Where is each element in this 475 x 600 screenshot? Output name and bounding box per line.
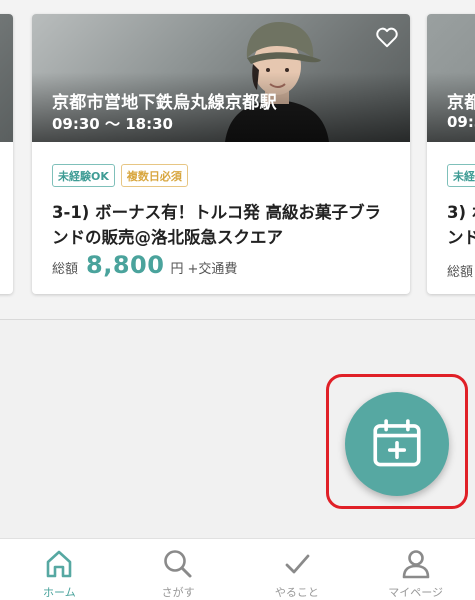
job-card-photo: 京都市営地下鉄烏丸線京都駅 09:30 〜 18:30: [32, 14, 410, 142]
check-icon: [285, 554, 310, 574]
bottom-navigation: ホーム さがす やること マイページ: [0, 538, 475, 600]
wage-label: 総額: [447, 265, 474, 280]
job-title: 3-1) ボーナス有！トルコ発 高級お菓子ブランドの販売@洛北阪急スクエア: [52, 203, 382, 247]
job-card-photo: [0, 14, 13, 142]
wage-amount: 8,800: [86, 251, 165, 279]
tag-list: 未経: [447, 164, 475, 187]
home-icon: [47, 550, 72, 578]
person-icon: [402, 550, 429, 579]
job-card-next[interactable]: 京都 09:3 未経 3) ボ ンド 総額: [427, 14, 475, 294]
job-carousel[interactable]: 京都市営地下鉄烏丸線京都駅 09:30 〜 18:30 未経験OK 複数日必須 …: [0, 0, 475, 320]
nav-todo-label: やること: [274, 586, 319, 599]
nav-mypage[interactable]: マイページ: [356, 539, 475, 600]
tag-multiple-days: 複数日必須: [120, 164, 188, 187]
wage: 総額: [447, 261, 475, 280]
nav-home-label: ホーム: [43, 586, 76, 599]
calendar-plus-icon: [373, 419, 421, 467]
work-hours: 09:3: [447, 113, 475, 131]
wage: 総額 8,800 円 +交通費: [52, 251, 237, 279]
job-card[interactable]: 京都市営地下鉄烏丸線京都駅 09:30 〜 18:30 未経験OK 複数日必須 …: [32, 14, 410, 294]
job-card-photo: 京都 09:3: [427, 14, 475, 142]
wage-extra: +交通費: [187, 262, 238, 277]
job-card-previous[interactable]: [0, 14, 13, 294]
search-icon: [164, 550, 192, 578]
tag-list: 未経験OK 複数日必須: [52, 164, 188, 187]
station-name: 京都: [447, 93, 475, 113]
nav-search[interactable]: さがす: [119, 539, 238, 600]
job-title: 3) ボ ンド: [447, 203, 475, 247]
wage-label: 総額: [52, 262, 79, 277]
nav-mypage-label: マイページ: [388, 586, 444, 599]
station-name: 京都市営地下鉄烏丸線京都駅: [52, 93, 277, 113]
heart-icon[interactable]: [374, 24, 400, 50]
nav-todo[interactable]: やること: [238, 539, 357, 600]
nav-search-label: さがす: [161, 586, 195, 599]
wage-unit: 円: [170, 262, 184, 277]
work-hours: 09:30 〜 18:30: [52, 115, 173, 133]
nav-home[interactable]: ホーム: [0, 539, 119, 600]
tag-beginner-ok: 未経験OK: [52, 164, 115, 187]
tag-beginner-ok: 未経: [447, 164, 475, 187]
add-schedule-button[interactable]: [345, 392, 449, 496]
